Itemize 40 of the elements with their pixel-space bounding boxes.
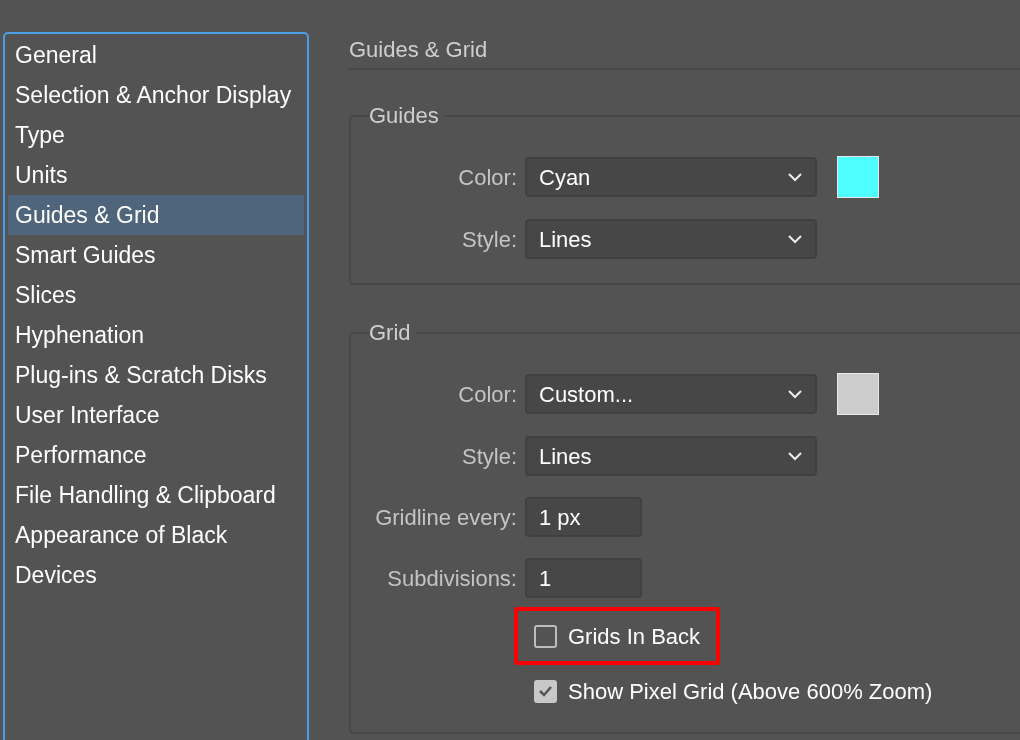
color-swatch[interactable] [837, 156, 879, 198]
input-field[interactable]: 1 px [525, 497, 642, 537]
color-swatch[interactable] [837, 373, 879, 415]
field-label: Subdivisions: [387, 565, 517, 591]
sidebar-item[interactable]: Type [8, 115, 304, 155]
section-title: Guides & Grid [349, 36, 488, 64]
sidebar-item[interactable]: Guides & Grid [8, 195, 304, 235]
sidebar-item[interactable]: Performance [8, 435, 304, 475]
sidebar-item[interactable]: User Interface [8, 395, 304, 435]
sidebar-item[interactable]: File Handling & Clipboard [8, 475, 304, 515]
field-label: Style: [461, 443, 517, 469]
field-label: Gridline every: [375, 504, 517, 530]
group-title: Guides [369, 102, 440, 130]
chevron-down-icon [787, 234, 803, 244]
checkbox-label: Grids In Back [568, 622, 701, 651]
checkmark-icon [538, 685, 553, 697]
sidebar-item[interactable]: General [8, 35, 304, 75]
sidebar-item[interactable]: Devices [8, 555, 304, 595]
chevron-down-icon [787, 172, 803, 182]
field-label: Style: [461, 226, 517, 252]
dropdown[interactable]: Custom... [525, 374, 817, 414]
checkbox[interactable] [534, 624, 557, 648]
chevron-down-icon [787, 389, 803, 399]
sidebar-item[interactable]: Hyphenation [8, 315, 304, 355]
dropdown[interactable]: Lines [525, 436, 817, 476]
sidebar-item[interactable]: Units [8, 155, 304, 195]
sidebar-item[interactable]: Plug-ins & Scratch Disks [8, 355, 304, 395]
field-label: Color: [458, 164, 517, 190]
sidebar-item[interactable]: Smart Guides [8, 235, 304, 275]
dropdown[interactable]: Lines [525, 219, 817, 259]
sidebar-item[interactable]: Selection & Anchor Display [8, 75, 304, 115]
dropdown[interactable]: Cyan [525, 157, 817, 197]
chevron-down-icon [787, 451, 803, 461]
sidebar-item[interactable]: Appearance of Black [8, 515, 304, 555]
sidebar-item[interactable]: Slices [8, 275, 304, 315]
checkbox-label: Show Pixel Grid (Above 600% Zoom) [568, 677, 933, 706]
group-title: Grid [369, 319, 412, 347]
input-field[interactable]: 1 [525, 558, 642, 598]
field-label: Color: [458, 381, 517, 407]
checkbox[interactable] [534, 679, 557, 703]
